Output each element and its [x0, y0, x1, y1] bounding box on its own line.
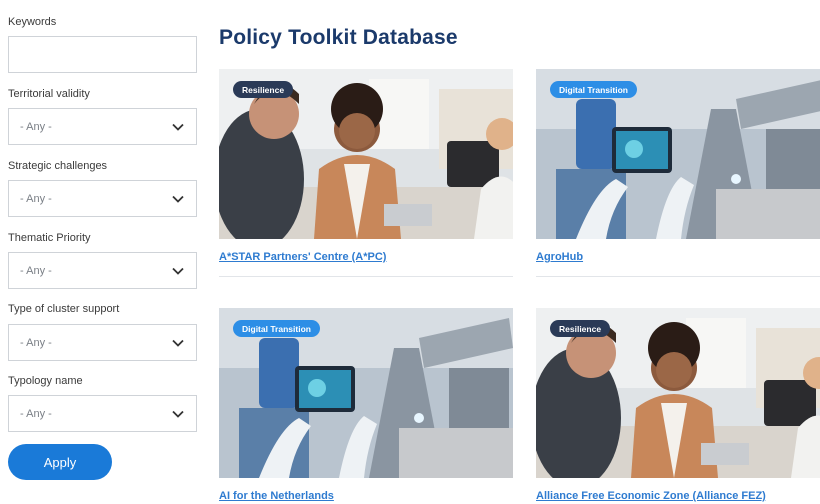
apply-button[interactable]: Apply — [8, 444, 112, 480]
territorial-validity-select[interactable]: - Any - — [8, 108, 197, 145]
cluster-support-value: - Any - — [20, 336, 52, 349]
card-image[interactable]: Resilience — [219, 69, 513, 239]
thematic-priority-value: - Any - — [20, 264, 52, 277]
card-divider — [219, 276, 513, 277]
card-title-link[interactable]: AgroHub — [536, 251, 820, 263]
typology-name-value: - Any - — [20, 407, 52, 420]
thematic-priority-label: Thematic Priority — [8, 232, 91, 244]
category-badge: Resilience — [550, 320, 611, 337]
card-title-link[interactable]: AI for the Netherlands — [219, 490, 513, 502]
category-badge: Digital Transition — [233, 320, 320, 337]
chevron-down-icon — [172, 339, 184, 347]
card-image[interactable]: Digital Transition — [536, 69, 820, 239]
card-title-link[interactable]: A*STAR Partners' Centre (A*PC) — [219, 251, 513, 263]
card-divider — [536, 276, 820, 277]
card-item: Resilience Alliance Free Economic Zone (… — [536, 308, 820, 502]
card-image[interactable]: Digital Transition — [219, 308, 513, 478]
category-badge: Digital Transition — [550, 81, 637, 98]
chevron-down-icon — [172, 267, 184, 275]
typology-name-select[interactable]: - Any - — [8, 395, 197, 432]
cluster-support-label: Type of cluster support — [8, 303, 120, 315]
territorial-validity-value: - Any - — [20, 120, 52, 133]
cluster-support-select[interactable]: - Any - — [8, 324, 197, 361]
chevron-down-icon — [172, 123, 184, 131]
card-item: Resilience A*STAR Partners' Centre (A*PC… — [219, 69, 513, 277]
card-item: Digital Transition AgroHub — [536, 69, 820, 277]
chevron-down-icon — [172, 195, 184, 203]
territorial-validity-label: Territorial validity — [8, 88, 90, 100]
chevron-down-icon — [172, 410, 184, 418]
strategic-challenges-select[interactable]: - Any - — [8, 180, 197, 217]
strategic-challenges-value: - Any - — [20, 192, 52, 205]
card-image[interactable]: Resilience — [536, 308, 820, 478]
page-title: Policy Toolkit Database — [219, 26, 458, 49]
typology-name-label: Typology name — [8, 375, 83, 387]
thematic-priority-select[interactable]: - Any - — [8, 252, 197, 289]
keywords-input[interactable] — [8, 36, 197, 73]
strategic-challenges-label: Strategic challenges — [8, 160, 108, 172]
category-badge: Resilience — [233, 81, 294, 98]
card-item: Digital Transition AI for the Netherland… — [219, 308, 513, 502]
card-title-link[interactable]: Alliance Free Economic Zone (Alliance FE… — [536, 490, 820, 502]
keywords-label: Keywords — [8, 16, 57, 28]
